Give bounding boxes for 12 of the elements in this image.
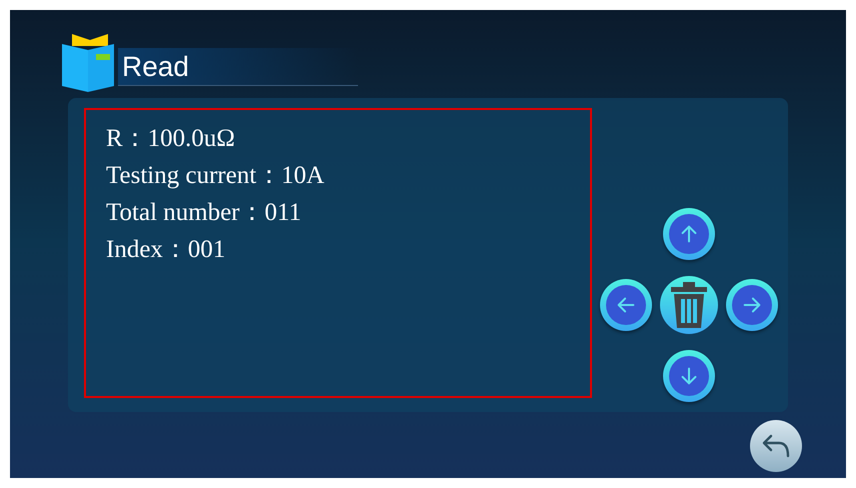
readout-line: Index：001: [106, 235, 226, 265]
readout-line: Total number：011: [106, 198, 302, 228]
right-button[interactable]: [726, 279, 778, 331]
return-arrow-icon: [761, 433, 791, 459]
readout-line: R：100.0uΩ: [106, 124, 236, 154]
page-title: Read: [122, 52, 189, 80]
back-button[interactable]: [750, 420, 802, 472]
up-button[interactable]: [663, 208, 715, 260]
down-button[interactable]: [663, 350, 715, 402]
trash-icon: [669, 280, 709, 330]
left-button[interactable]: [600, 279, 652, 331]
readout-line: Testing current：10A: [106, 161, 326, 191]
